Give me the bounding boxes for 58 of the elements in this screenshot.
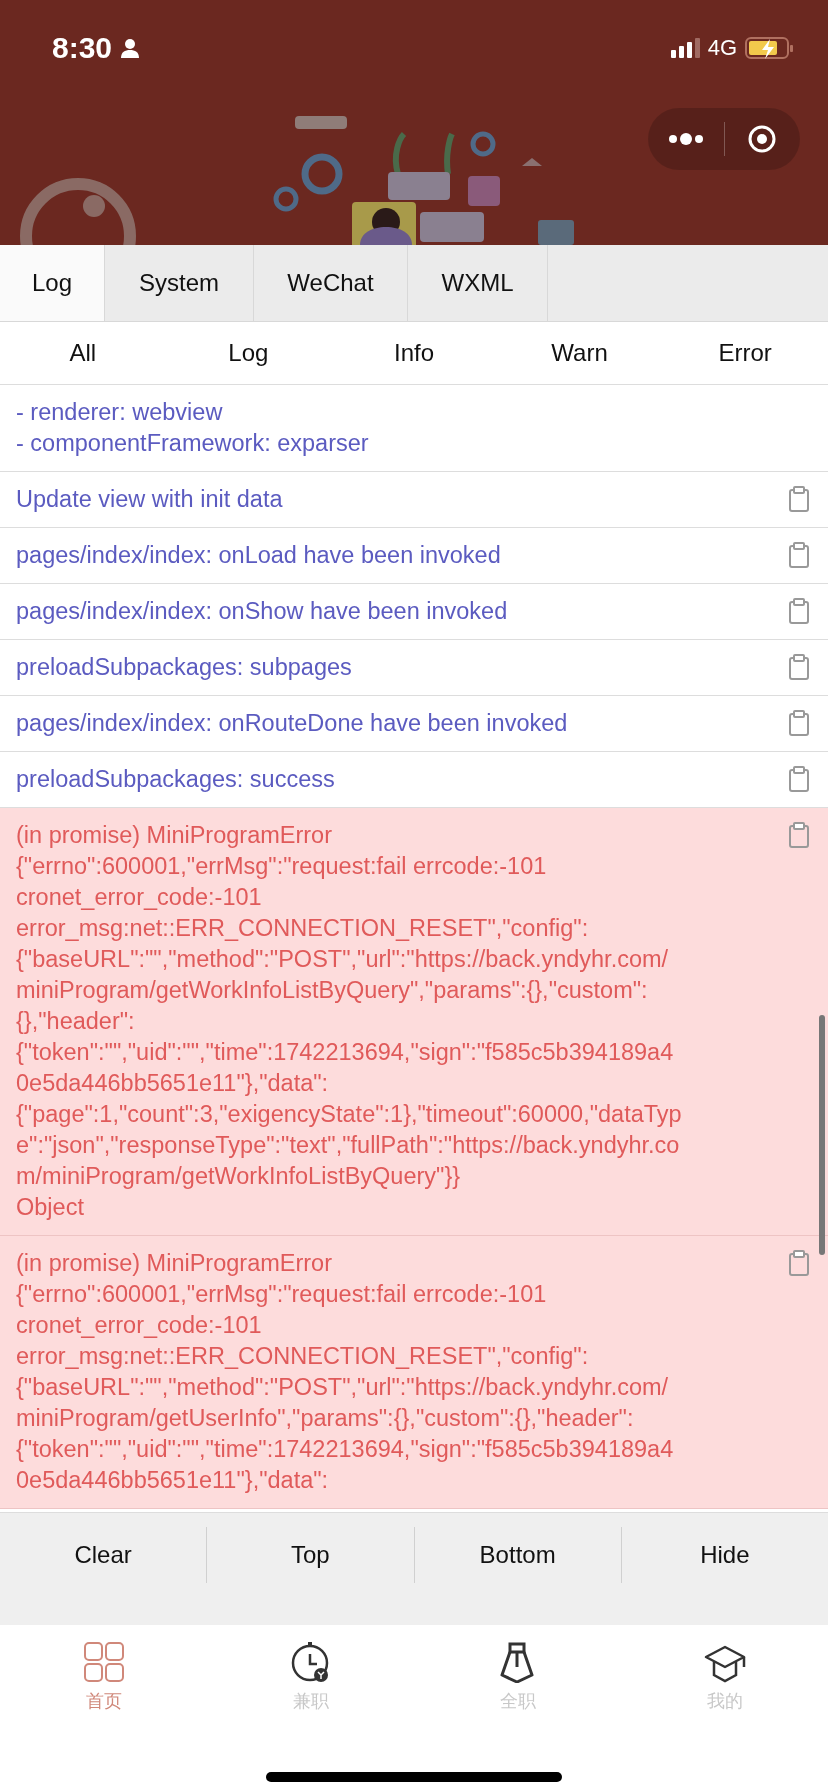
- log-line: e":"json","responseType":"text","fullPath":"https://back.yndyhr.co: [16, 1131, 681, 1160]
- copy-icon[interactable]: [788, 1250, 810, 1277]
- copy-icon[interactable]: [788, 542, 810, 569]
- log-line: {"errno":600001,"errMsg":"request:fail errcode:-101: [16, 1280, 548, 1309]
- log-line: pages/index/index: onShow have been invoked: [16, 597, 509, 626]
- console-button[interactable]: Bottom: [414, 1527, 622, 1583]
- log-line: preloadSubpackages: success: [16, 765, 336, 794]
- filter-tab[interactable]: Warn: [496, 322, 663, 384]
- log-line: {"baseURL":"","method":"POST","url":"https://back.yndyhr.com/: [16, 1373, 670, 1402]
- copy-icon[interactable]: [788, 766, 810, 793]
- log-line: 0e5da446bb5651e11"},"data":: [16, 1069, 330, 1098]
- log-line: miniProgram/getWorkInfoListByQuery","params":{},"custom":: [16, 976, 649, 1005]
- log-line: - renderer: webview: [16, 398, 224, 427]
- log-line: {"baseURL":"","method":"POST","url":"https://back.yndyhr.com/: [16, 945, 670, 974]
- copy-icon[interactable]: [788, 486, 810, 513]
- log-line: {"page":1,"count":3,"exigencyState":1},"timeout":60000,"dataTyp: [16, 1100, 683, 1129]
- copy-icon[interactable]: [788, 710, 810, 737]
- log-line: cronet_error_code:-101: [16, 883, 263, 912]
- person-icon: [120, 38, 141, 58]
- console-tab[interactable]: WeChat: [254, 245, 408, 321]
- log-line: {"errno":600001,"errMsg":"request:fail errcode:-101: [16, 852, 548, 881]
- signal-icon: [670, 38, 700, 58]
- log-line: (in promise) MiniProgramError: [16, 1249, 333, 1278]
- log-line: - componentFramework: exparser: [16, 429, 370, 458]
- log-line: m/miniProgram/getWorkInfoListByQuery"}}: [16, 1162, 462, 1191]
- log-line: {"token":"","uid":"","time":1742213694,"sign":"f585c5b394189a4: [16, 1435, 675, 1464]
- console-tab[interactable]: WXML: [408, 245, 548, 321]
- network-type: 4G: [707, 35, 737, 61]
- status-time: 8:30: [52, 31, 113, 65]
- log-line: {"token":"","uid":"","time":1742213694,"sign":"f585c5b394189a4: [16, 1038, 675, 1067]
- close-target-icon[interactable]: [748, 125, 777, 153]
- console-button[interactable]: Clear: [0, 1527, 208, 1583]
- console-tab[interactable]: Log: [0, 245, 105, 321]
- copy-icon[interactable]: [788, 598, 810, 625]
- log-line: (in promise) MiniProgramError: [16, 821, 333, 850]
- filter-tab[interactable]: All: [0, 322, 166, 384]
- log-line: error_msg:net::ERR_CONNECTION_RESET","config":: [16, 1342, 590, 1371]
- log-line: pages/index/index: onLoad have been invoked: [16, 541, 502, 570]
- log-line: pages/index/index: onRouteDone have been invoked: [16, 709, 569, 738]
- filter-tab[interactable]: Log: [165, 322, 332, 384]
- filter-tab[interactable]: Error: [662, 322, 828, 384]
- copy-icon[interactable]: [788, 654, 810, 681]
- grid-icon: [82, 1641, 125, 1683]
- more-icon[interactable]: [667, 132, 704, 146]
- battery-charging-icon: [745, 37, 794, 59]
- copy-icon[interactable]: [788, 822, 810, 849]
- log-line: Object: [16, 1193, 85, 1222]
- log-line: cronet_error_code:-101: [16, 1311, 263, 1340]
- log-line: Update view with init data: [16, 485, 284, 514]
- console-tab[interactable]: System: [105, 245, 254, 321]
- log-line: error_msg:net::ERR_CONNECTION_RESET","config":: [16, 914, 590, 943]
- console-button[interactable]: Hide: [621, 1527, 828, 1583]
- log-line: {},"header":: [16, 1007, 136, 1036]
- filter-tab[interactable]: Info: [331, 322, 497, 384]
- log-line: miniProgram/getUserInfo","params":{},"custom":{},"header":: [16, 1404, 635, 1433]
- log-line: 0e5da446bb5651e11"},"data":: [16, 1466, 330, 1495]
- console-button[interactable]: Top: [207, 1527, 415, 1583]
- log-line: preloadSubpackages: subpages: [16, 653, 353, 682]
